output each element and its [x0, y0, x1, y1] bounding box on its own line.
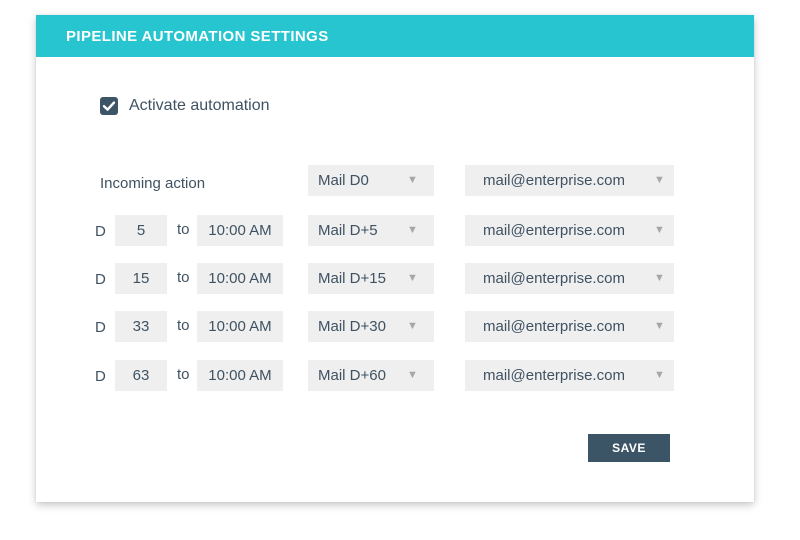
- day-prefix-label: D: [95, 319, 106, 336]
- day-offset-input[interactable]: 63: [115, 360, 167, 391]
- chevron-down-icon: ▼: [654, 369, 665, 381]
- chevron-down-icon: ▼: [654, 320, 665, 332]
- activate-automation-label: Activate automation: [129, 97, 270, 114]
- day-offset-input[interactable]: 5: [115, 215, 167, 246]
- day-prefix-label: D: [95, 271, 106, 288]
- schedule-row: D 5 to 10:00 AM Mail D+5 ▼ mail@enterpri…: [36, 215, 754, 247]
- panel-title: PIPELINE AUTOMATION SETTINGS: [66, 28, 329, 45]
- chevron-down-icon: ▼: [407, 320, 418, 332]
- chevron-down-icon: ▼: [654, 174, 665, 186]
- chevron-down-icon: ▼: [407, 272, 418, 284]
- activate-automation-checkbox[interactable]: [100, 97, 118, 115]
- mail-template-value: Mail D+60: [318, 367, 386, 384]
- schedule-row: D 33 to 10:00 AM Mail D+30 ▼ mail@enterp…: [36, 311, 754, 343]
- save-button[interactable]: SAVE: [588, 434, 670, 462]
- time-input[interactable]: 10:00 AM: [197, 360, 283, 391]
- chevron-down-icon: ▼: [407, 174, 418, 186]
- chevron-down-icon: ▼: [654, 224, 665, 236]
- checkmark-icon: [102, 101, 116, 111]
- day-prefix-label: D: [95, 223, 106, 240]
- email-select[interactable]: mail@enterprise.com ▼: [465, 165, 674, 196]
- incoming-action-row: Mail D0 ▼ mail@enterprise.com ▼: [36, 165, 754, 197]
- email-select[interactable]: mail@enterprise.com ▼: [465, 263, 674, 294]
- mail-template-select[interactable]: Mail D+5 ▼: [308, 215, 434, 246]
- mail-template-value: Mail D+30: [318, 318, 386, 335]
- email-value: mail@enterprise.com: [483, 222, 625, 239]
- schedule-row: D 63 to 10:00 AM Mail D+60 ▼ mail@enterp…: [36, 360, 754, 392]
- day-offset-input[interactable]: 15: [115, 263, 167, 294]
- mail-template-select[interactable]: Mail D0 ▼: [308, 165, 434, 196]
- mail-template-value: Mail D0: [318, 172, 369, 189]
- day-prefix-label: D: [95, 368, 106, 385]
- time-input[interactable]: 10:00 AM: [197, 215, 283, 246]
- chevron-down-icon: ▼: [407, 224, 418, 236]
- mail-template-select[interactable]: Mail D+15 ▼: [308, 263, 434, 294]
- email-select[interactable]: mail@enterprise.com ▼: [465, 311, 674, 342]
- mail-template-value: Mail D+5: [318, 222, 378, 239]
- to-label: to: [177, 221, 190, 238]
- to-label: to: [177, 366, 190, 383]
- day-offset-input[interactable]: 33: [115, 311, 167, 342]
- email-value: mail@enterprise.com: [483, 270, 625, 287]
- time-input[interactable]: 10:00 AM: [197, 263, 283, 294]
- email-select[interactable]: mail@enterprise.com ▼: [465, 360, 674, 391]
- chevron-down-icon: ▼: [654, 272, 665, 284]
- mail-template-select[interactable]: Mail D+30 ▼: [308, 311, 434, 342]
- automation-settings-panel: PIPELINE AUTOMATION SETTINGS Activate au…: [36, 15, 754, 502]
- panel-header: PIPELINE AUTOMATION SETTINGS: [36, 15, 754, 57]
- email-value: mail@enterprise.com: [483, 318, 625, 335]
- chevron-down-icon: ▼: [407, 369, 418, 381]
- mail-template-value: Mail D+15: [318, 270, 386, 287]
- mail-template-select[interactable]: Mail D+60 ▼: [308, 360, 434, 391]
- schedule-row: D 15 to 10:00 AM Mail D+15 ▼ mail@enterp…: [36, 263, 754, 295]
- to-label: to: [177, 269, 190, 286]
- email-value: mail@enterprise.com: [483, 367, 625, 384]
- to-label: to: [177, 317, 190, 334]
- time-input[interactable]: 10:00 AM: [197, 311, 283, 342]
- email-value: mail@enterprise.com: [483, 172, 625, 189]
- email-select[interactable]: mail@enterprise.com ▼: [465, 215, 674, 246]
